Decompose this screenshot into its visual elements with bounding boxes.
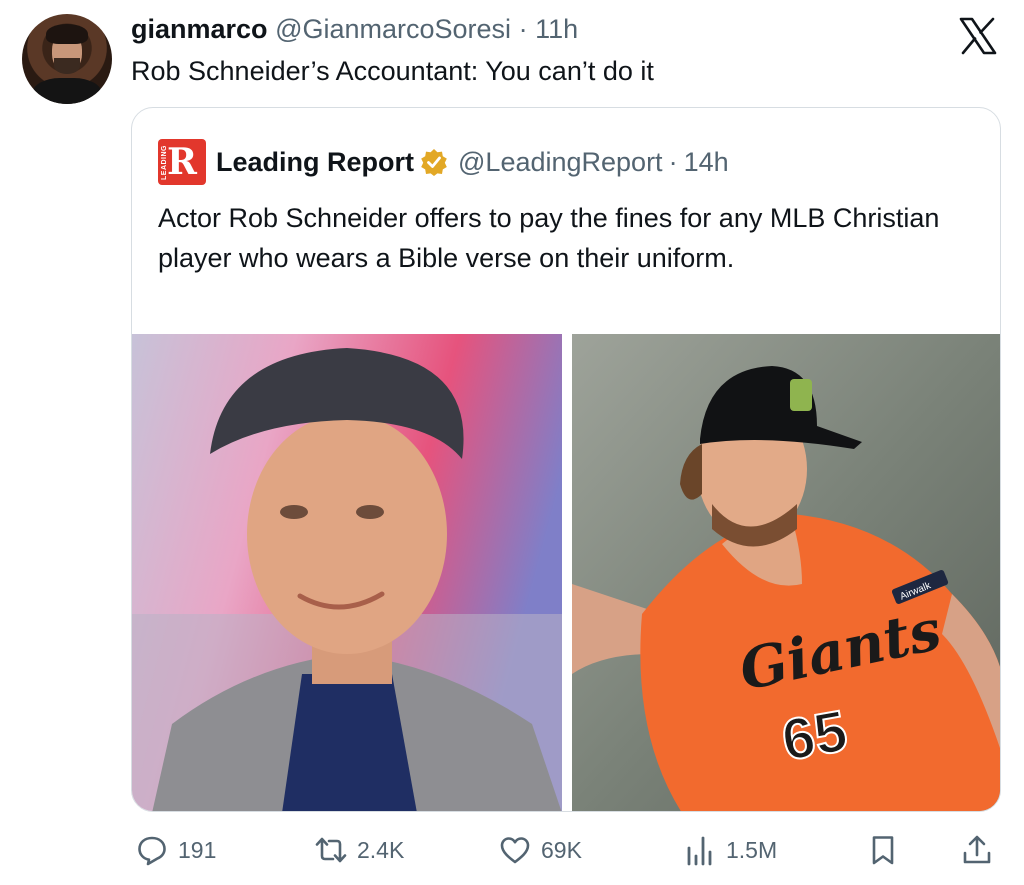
media-image-pitcher[interactable]: Giants 65 Airwalk <box>572 334 1000 811</box>
tweet-header: gianmarco @GianmarcoSoresi · 11h <box>131 12 578 46</box>
quoted-separator: · <box>668 146 678 177</box>
repost-icon <box>315 837 347 863</box>
repost-button[interactable]: 2.4K <box>315 828 404 872</box>
jersey-number: 65 <box>777 698 852 773</box>
quoted-header: LEADING R Leading Report @LeadingReport … <box>158 139 729 185</box>
tweet-actions-bar: 191 2.4K 69K 1.5M <box>131 828 1001 872</box>
reply-icon <box>138 836 166 866</box>
tweet-text: Rob Schneider’s Accountant: You can’t do… <box>131 56 654 86</box>
views-icon <box>687 836 712 866</box>
gold-verified-badge-icon <box>421 149 447 176</box>
quoted-text: Actor Rob Schneider offers to pay the fi… <box>158 203 940 273</box>
share-icon <box>963 835 991 864</box>
quoted-handle[interactable]: @LeadingReport <box>458 147 663 178</box>
reply-count: 191 <box>178 836 217 863</box>
quoted-author-name[interactable]: Leading Report <box>216 147 414 178</box>
repost-count: 2.4K <box>357 836 405 863</box>
meta-separator: · <box>518 14 528 44</box>
reply-button[interactable]: 191 <box>136 828 216 872</box>
author-handle[interactable]: @GianmarcoSoresi <box>275 14 511 44</box>
share-button[interactable] <box>961 828 1003 872</box>
author-avatar[interactable] <box>22 14 112 104</box>
heart-icon <box>500 837 530 864</box>
quoted-tweet-card[interactable]: LEADING R Leading Report @LeadingReport … <box>131 107 1001 812</box>
author-name[interactable]: gianmarco <box>131 14 268 44</box>
views-count: 1.5M <box>726 836 778 863</box>
like-button[interactable]: 69K <box>499 828 582 872</box>
leading-report-logo[interactable]: LEADING R <box>158 139 206 185</box>
quoted-time[interactable]: 14h <box>684 147 729 178</box>
views-button[interactable]: 1.5M <box>684 828 777 872</box>
bookmark-icon <box>872 836 894 865</box>
x-logo-icon <box>959 17 997 55</box>
bookmark-button[interactable] <box>867 828 909 872</box>
tweet-time[interactable]: 11h <box>535 14 578 44</box>
media-image-actor[interactable] <box>132 334 562 811</box>
like-count: 69K <box>541 836 582 863</box>
